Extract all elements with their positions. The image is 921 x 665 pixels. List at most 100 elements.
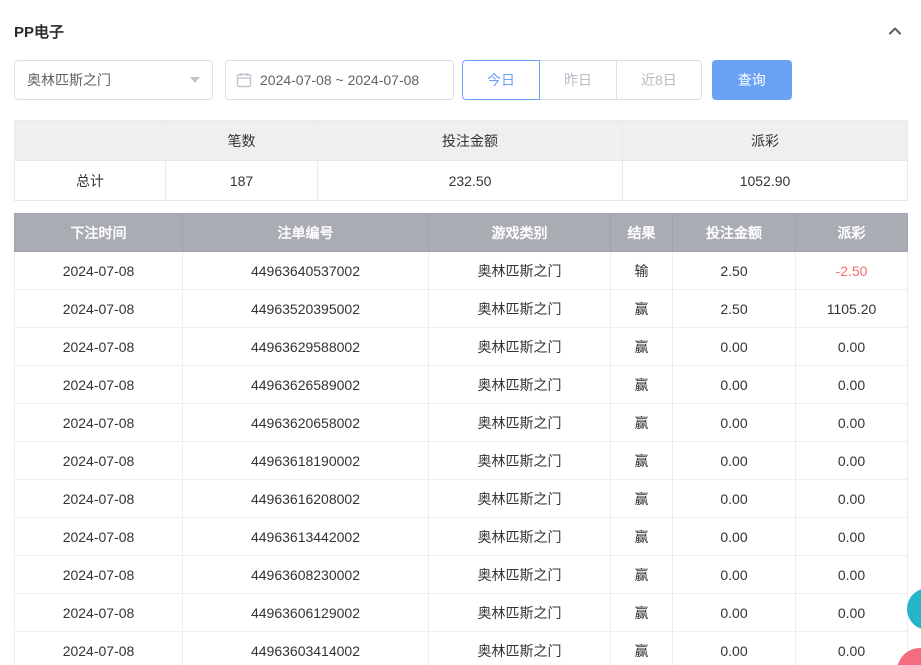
summary-total-bet-amount: 232.50 (318, 161, 623, 201)
col-header-game-type: 游戏类别 (429, 214, 611, 252)
table-row: 2024-07-0844963620658002奥林匹斯之门赢0.000.00 (15, 404, 908, 442)
cell-bet-amount: 0.00 (673, 556, 796, 594)
cell-bet-time: 2024-07-08 (15, 442, 183, 480)
yesterday-button[interactable]: 昨日 (539, 60, 617, 100)
cell-bet-amount: 0.00 (673, 442, 796, 480)
cell-bet-amount: 0.00 (673, 594, 796, 632)
table-row: 2024-07-0844963520395002奥林匹斯之门赢2.501105.… (15, 290, 908, 328)
cell-bet-amount: 0.00 (673, 404, 796, 442)
cell-result: 赢 (611, 328, 673, 366)
cell-bet-time: 2024-07-08 (15, 480, 183, 518)
cell-payout: 0.00 (796, 556, 908, 594)
cell-payout: 0.00 (796, 366, 908, 404)
cell-order-no: 44963618190002 (183, 442, 429, 480)
table-row: 2024-07-0844963629588002奥林匹斯之门赢0.000.00 (15, 328, 908, 366)
cell-payout: 0.00 (796, 632, 908, 665)
table-row: 2024-07-0844963640537002奥林匹斯之门输2.50-2.50 (15, 252, 908, 290)
table-row: 2024-07-0844963613442002奥林匹斯之门赢0.000.00 (15, 518, 908, 556)
table-row: 2024-07-0844963603414002奥林匹斯之门赢0.000.00 (15, 632, 908, 665)
summary-header-blank (15, 121, 166, 161)
cell-bet-time: 2024-07-08 (15, 290, 183, 328)
cell-order-no: 44963608230002 (183, 556, 429, 594)
game-select-value: 奥林匹斯之门 (27, 70, 111, 90)
cell-bet-time: 2024-07-08 (15, 632, 183, 665)
calendar-icon (236, 72, 252, 88)
cell-result: 赢 (611, 480, 673, 518)
cell-order-no: 44963640537002 (183, 252, 429, 290)
cell-bet-time: 2024-07-08 (15, 252, 183, 290)
summary-header-bet-amount: 投注金额 (318, 121, 623, 161)
filter-row: 奥林匹斯之门 2024-07-08 ~ 2024-07-08 今日 昨日 近8日… (14, 60, 907, 100)
cell-order-no: 44963629588002 (183, 328, 429, 366)
cell-game-type: 奥林匹斯之门 (429, 518, 611, 556)
summary-total-count: 187 (166, 161, 318, 201)
cell-result: 赢 (611, 442, 673, 480)
cell-bet-amount: 0.00 (673, 518, 796, 556)
page-title: PP电子 (14, 21, 64, 42)
cell-bet-time: 2024-07-08 (15, 556, 183, 594)
date-range-picker[interactable]: 2024-07-08 ~ 2024-07-08 (225, 60, 454, 100)
chevron-up-icon (887, 23, 903, 39)
cell-order-no: 44963603414002 (183, 632, 429, 665)
summary-header-count: 笔数 (166, 121, 318, 161)
cell-payout: 1105.20 (796, 290, 908, 328)
last-8-days-button[interactable]: 近8日 (616, 60, 702, 100)
cell-result: 赢 (611, 518, 673, 556)
cell-game-type: 奥林匹斯之门 (429, 442, 611, 480)
game-select[interactable]: 奥林匹斯之门 (14, 60, 213, 100)
today-button[interactable]: 今日 (462, 60, 540, 100)
cell-bet-amount: 0.00 (673, 480, 796, 518)
cell-bet-amount: 2.50 (673, 252, 796, 290)
pp-electronic-panel: PP电子 奥林匹斯之门 2024-07-08 ~ 2024-07-08 今日 昨… (0, 0, 921, 665)
cell-payout: 0.00 (796, 594, 908, 632)
table-row: 2024-07-0844963618190002奥林匹斯之门赢0.000.00 (15, 442, 908, 480)
cell-order-no: 44963620658002 (183, 404, 429, 442)
cell-payout: -2.50 (796, 252, 908, 290)
table-row: 2024-07-0844963606129002奥林匹斯之门赢0.000.00 (15, 594, 908, 632)
cell-payout: 0.00 (796, 442, 908, 480)
col-header-bet-time: 下注时间 (15, 214, 183, 252)
cell-game-type: 奥林匹斯之门 (429, 328, 611, 366)
table-row: 2024-07-0844963608230002奥林匹斯之门赢0.000.00 (15, 556, 908, 594)
summary-header-row: 笔数 投注金额 派彩 (15, 121, 908, 161)
cell-bet-time: 2024-07-08 (15, 594, 183, 632)
cell-game-type: 奥林匹斯之门 (429, 594, 611, 632)
cell-bet-time: 2024-07-08 (15, 328, 183, 366)
summary-header-payout: 派彩 (623, 121, 908, 161)
cell-bet-amount: 2.50 (673, 290, 796, 328)
summary-total-label: 总计 (15, 161, 166, 201)
search-button[interactable]: 查询 (712, 60, 792, 100)
col-header-bet-amount: 投注金额 (673, 214, 796, 252)
cell-result: 赢 (611, 556, 673, 594)
cell-order-no: 44963606129002 (183, 594, 429, 632)
cell-bet-time: 2024-07-08 (15, 518, 183, 556)
cell-result: 赢 (611, 404, 673, 442)
cell-bet-time: 2024-07-08 (15, 404, 183, 442)
cell-game-type: 奥林匹斯之门 (429, 632, 611, 665)
collapse-panel-button[interactable] (883, 19, 907, 43)
cell-result: 赢 (611, 632, 673, 665)
cell-result: 赢 (611, 594, 673, 632)
table-row: 2024-07-0844963626589002奥林匹斯之门赢0.000.00 (15, 366, 908, 404)
cell-order-no: 44963626589002 (183, 366, 429, 404)
summary-total-payout: 1052.90 (623, 161, 908, 201)
cell-payout: 0.00 (796, 404, 908, 442)
summary-total-row: 总计 187 232.50 1052.90 (15, 161, 908, 201)
title-bar: PP电子 (14, 14, 907, 48)
cell-bet-amount: 0.00 (673, 328, 796, 366)
cell-payout: 0.00 (796, 328, 908, 366)
cell-order-no: 44963616208002 (183, 480, 429, 518)
cell-game-type: 奥林匹斯之门 (429, 366, 611, 404)
records-table: 下注时间 注单编号 游戏类别 结果 投注金额 派彩 2024-07-084496… (14, 213, 908, 665)
cell-bet-amount: 0.00 (673, 366, 796, 404)
cell-bet-amount: 0.00 (673, 632, 796, 665)
col-header-result: 结果 (611, 214, 673, 252)
cell-game-type: 奥林匹斯之门 (429, 252, 611, 290)
records-header-row: 下注时间 注单编号 游戏类别 结果 投注金额 派彩 (15, 214, 908, 252)
summary-table: 笔数 投注金额 派彩 总计 187 232.50 1052.90 (14, 120, 908, 201)
cell-order-no: 44963613442002 (183, 518, 429, 556)
col-header-order-no: 注单编号 (183, 214, 429, 252)
cell-game-type: 奥林匹斯之门 (429, 480, 611, 518)
cell-bet-time: 2024-07-08 (15, 366, 183, 404)
cell-result: 赢 (611, 290, 673, 328)
